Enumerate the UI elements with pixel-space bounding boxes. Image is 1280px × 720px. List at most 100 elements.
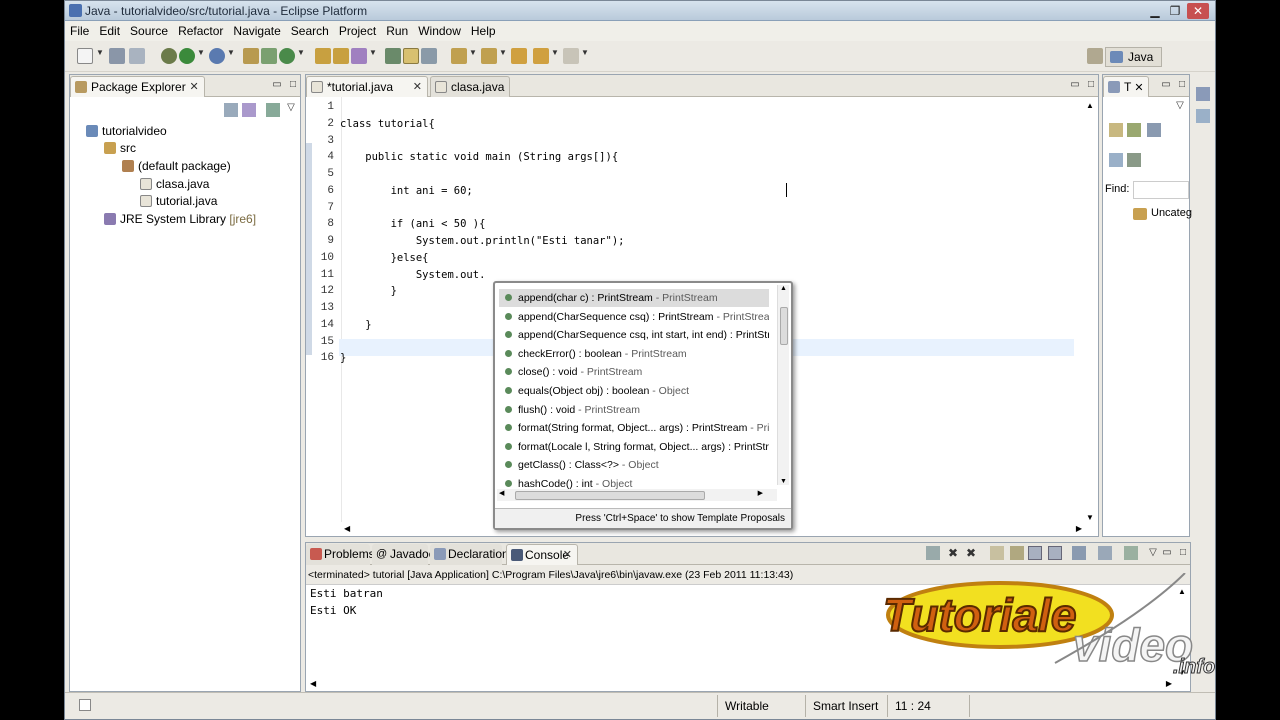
menu-refactor[interactable]: Refactor [173,21,228,41]
new-package-icon[interactable] [261,48,277,64]
tab-clasa-java[interactable]: clasa.java [430,76,510,97]
category-label[interactable]: Uncateg [1151,207,1192,219]
scroll-right-icon[interactable]: ▶ [758,489,763,497]
scroll-right-icon[interactable]: ▶ [1076,524,1082,533]
filter-icon[interactable] [1147,123,1161,137]
minimize-view-icon[interactable]: ▭ [270,78,284,92]
scroll-down-icon[interactable]: ▼ [1086,513,1094,522]
open-console-icon[interactable] [1072,546,1086,560]
chevron-down-icon[interactable]: ▼ [96,48,104,57]
maximize-view-icon[interactable]: □ [1084,78,1098,92]
tab-task-list[interactable]: T ✕ [1103,76,1149,97]
outline-view-icon[interactable] [1196,109,1210,123]
tree-item-project[interactable]: tutorialvideo [86,123,167,140]
scroll-left-icon[interactable]: ◀ [310,679,316,688]
scroll-up-icon[interactable]: ▲ [1086,101,1094,110]
scroll-down-icon[interactable]: ▼ [780,478,787,485]
proposal-item[interactable]: checkError() : boolean - PrintStream [499,345,769,363]
proposal-item[interactable]: flush() : void - PrintStream [499,401,769,419]
scroll-left-icon[interactable]: ◀ [499,489,504,497]
categorize-icon[interactable] [1127,123,1141,137]
view-menu-icon[interactable]: ▽ [1146,546,1160,560]
filter-icon[interactable] [266,103,280,117]
view-menu-icon[interactable]: ▽ [284,101,298,115]
minimize-icon[interactable]: ▁ [1145,3,1165,19]
proposal-item[interactable]: format(Locale l, String format, Object..… [499,438,769,456]
show-whitespace-icon[interactable] [421,48,437,64]
chevron-down-icon[interactable]: ▼ [499,48,507,57]
open-task-icon[interactable] [333,48,349,64]
open-perspective-icon[interactable] [1087,48,1103,64]
menu-navigate[interactable]: Navigate [228,21,285,41]
menu-file[interactable]: File [65,21,94,41]
remove-launch-icon[interactable]: ✖ [946,546,960,560]
code-line[interactable]: System.out.println("Esti tanar"); [340,235,625,247]
search-icon[interactable] [351,48,367,64]
tab-tutorial-java[interactable]: *tutorial.java ✕ [306,76,428,97]
vertical-scrollbar[interactable]: ▲ ▼ [1084,97,1096,522]
menu-run[interactable]: Run [381,21,413,41]
vertical-scrollbar[interactable]: ▲ ▼ [777,285,789,485]
last-edit-icon[interactable] [511,48,527,64]
tab-declaration[interactable]: Declaration [430,544,509,565]
maximize-view-icon[interactable]: □ [1176,546,1190,560]
save-icon[interactable] [109,48,125,64]
restore-icon[interactable]: ❐ [1165,3,1185,19]
fast-view-icon[interactable] [79,699,91,711]
code-line[interactable]: if (ani < 50 ){ [340,218,486,230]
code-line[interactable]: } [340,319,371,331]
external-tools-icon[interactable] [209,48,225,64]
minimize-view-icon[interactable]: ▭ [1160,546,1174,560]
back-icon[interactable] [533,48,549,64]
tab-package-explorer[interactable]: Package Explorer ✕ [70,76,205,97]
scroll-left-icon[interactable]: ◀ [344,524,350,533]
debug-icon[interactable] [161,48,177,64]
code-line[interactable]: public static void main (String args[]){ [340,151,618,163]
print-icon[interactable] [129,48,145,64]
new-java-project-icon[interactable] [243,48,259,64]
close-icon[interactable]: ✕ [563,545,572,566]
chevron-down-icon[interactable]: ▼ [551,48,559,57]
close-icon[interactable]: ✕ [1134,82,1143,94]
java-perspective-button[interactable]: Java [1105,47,1163,67]
tab-console[interactable]: Console ✕ [506,544,578,565]
scroll-thumb[interactable] [780,307,788,345]
tree-item-tutorial-java[interactable]: tutorial.java [140,193,217,210]
scroll-thumb[interactable] [515,491,705,500]
code-line[interactable]: } [340,285,397,297]
tab-problems[interactable]: Problems [306,544,375,565]
chevron-down-icon[interactable]: ▼ [581,48,589,57]
chevron-down-icon[interactable]: ▼ [469,48,477,57]
proposal-item[interactable]: append(char c) : PrintStream - PrintStre… [499,289,769,307]
proposal-item[interactable]: close() : void - PrintStream [499,363,769,381]
clear-console-icon[interactable] [990,546,1004,560]
code-line[interactable]: class tutorial{ [340,118,435,130]
terminate-icon[interactable] [926,546,940,560]
tree-item-src[interactable]: src [104,140,136,157]
restore-view-icon[interactable] [1196,87,1210,101]
code-line[interactable]: } [340,352,346,364]
chevron-down-icon[interactable]: ▼ [297,48,305,57]
code-line[interactable]: }else{ [340,252,429,264]
proposal-item[interactable]: append(CharSequence csq, int start, int … [499,326,769,344]
console-menu-icon[interactable] [1124,546,1138,560]
code-line[interactable]: int ani = 60; [340,185,473,197]
tree-item-default-package[interactable]: (default package) [122,158,231,175]
open-type-icon[interactable] [315,48,331,64]
run-icon[interactable] [179,48,195,64]
sync-icon[interactable] [1127,153,1141,167]
chevron-down-icon[interactable]: ▼ [227,48,235,57]
menu-search[interactable]: Search [286,21,334,41]
scroll-lock-icon[interactable] [1010,546,1024,560]
proposal-item[interactable]: equals(Object obj) : boolean - Object [499,382,769,400]
minimize-view-icon[interactable]: ▭ [1068,78,1082,92]
menu-project[interactable]: Project [334,21,381,41]
new-console-icon[interactable] [1098,546,1112,560]
link-with-editor-icon[interactable] [242,103,256,117]
chevron-down-icon[interactable]: ▼ [197,48,205,57]
horizontal-scrollbar[interactable]: ◀ ▶ [497,489,777,501]
previous-annotation-icon[interactable] [481,48,497,64]
new-icon[interactable] [77,48,93,64]
collapse-all-icon[interactable] [224,103,238,117]
minimize-view-icon[interactable]: ▭ [1159,78,1173,92]
